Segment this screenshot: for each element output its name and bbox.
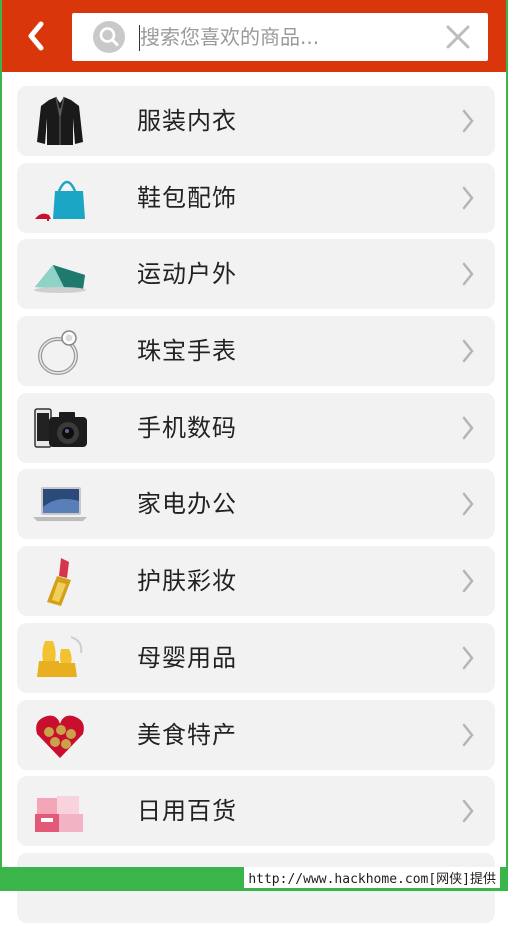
category-label: 美食特产 xyxy=(137,720,237,749)
category-label: 护肤彩妆 xyxy=(137,567,237,596)
chevron-right-icon xyxy=(462,339,474,363)
tent-icon xyxy=(34,265,86,294)
baby-bottle-icon xyxy=(37,635,83,677)
handbag-icon xyxy=(35,180,85,221)
chocolate-box-icon xyxy=(36,715,84,758)
app-frame: 服装内衣 鞋包配饰 运动户外 xyxy=(0,0,508,923)
category-item-sports-outdoor[interactable]: 运动户外 xyxy=(17,239,495,310)
watermark-text: http://www.hackhome.com[网侠]提供 xyxy=(244,867,500,888)
category-label: 日用百货 xyxy=(137,797,237,826)
category-item-skincare-makeup[interactable]: 护肤彩妆 xyxy=(17,546,495,617)
ring-icon xyxy=(38,330,78,376)
category-item-daily-goods[interactable]: 日用百货 xyxy=(17,776,495,847)
jacket-icon xyxy=(37,96,83,145)
category-item-phones-digital[interactable]: 手机数码 xyxy=(17,392,495,463)
category-label: 手机数码 xyxy=(137,413,237,442)
back-button[interactable] xyxy=(16,16,56,56)
chevron-right-icon xyxy=(462,723,474,746)
chevron-right-icon xyxy=(462,416,474,439)
category-label: 母婴用品 xyxy=(137,643,237,672)
chevron-right-icon xyxy=(462,263,474,286)
bottom-bar: http://www.hackhome.com[网侠]提供 xyxy=(0,867,508,891)
category-item-jewelry-watches[interactable]: 珠宝手表 xyxy=(17,316,495,387)
chevron-right-icon xyxy=(462,569,474,593)
top-bar xyxy=(2,0,506,72)
clear-search-button[interactable] xyxy=(446,25,470,49)
category-label: 鞋包配饰 xyxy=(137,183,237,212)
category-item-food-specialties[interactable]: 美食特产 xyxy=(17,699,495,770)
category-item-clothing[interactable]: 服装内衣 xyxy=(17,86,495,156)
chevron-left-icon xyxy=(28,21,44,51)
text-caret xyxy=(139,25,140,51)
chevron-right-icon xyxy=(462,646,474,670)
chevron-right-icon xyxy=(462,493,474,516)
daily-goods-icon xyxy=(35,796,83,833)
category-label: 运动户外 xyxy=(137,260,237,289)
chevron-right-icon xyxy=(462,799,474,823)
search-icon xyxy=(93,21,125,53)
category-item-shoes-bags[interactable]: 鞋包配饰 xyxy=(17,162,495,233)
category-item-mother-baby[interactable]: 母婴用品 xyxy=(17,622,495,693)
chevron-right-icon xyxy=(462,109,474,133)
chevron-right-icon xyxy=(462,186,474,209)
camera-icon xyxy=(34,408,87,448)
search-box[interactable] xyxy=(72,13,488,61)
laptop-icon xyxy=(33,487,87,522)
category-list: 服装内衣 鞋包配饰 运动户外 珠宝手表 手机数码 家电办公 护肤彩妆 母婴用品 … xyxy=(17,86,495,930)
category-label: 服装内衣 xyxy=(137,107,237,135)
close-icon xyxy=(446,25,470,49)
category-label: 家电办公 xyxy=(137,490,237,519)
category-label: 珠宝手表 xyxy=(137,337,237,366)
category-item-appliances-office[interactable]: 家电办公 xyxy=(17,469,495,540)
lipstick-icon xyxy=(47,558,71,607)
search-input[interactable] xyxy=(140,19,430,55)
